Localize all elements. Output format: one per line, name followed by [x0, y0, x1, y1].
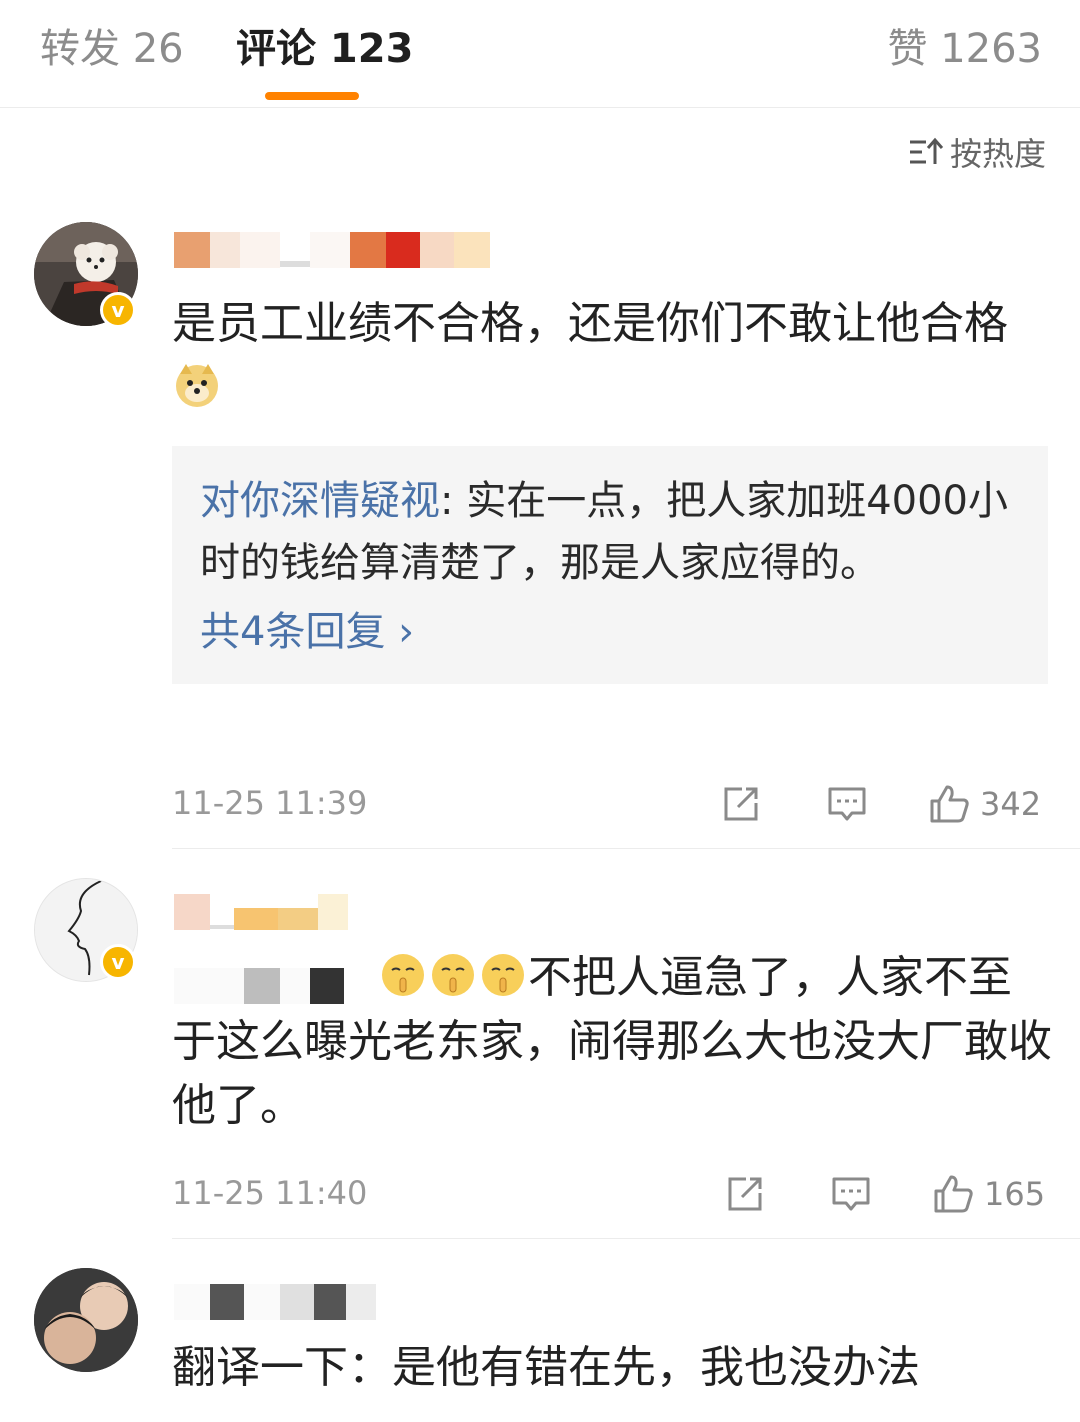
like-count: 342	[980, 785, 1042, 823]
sort-toggle[interactable]: 按热度	[908, 132, 1046, 173]
like-count: 165	[984, 1175, 1046, 1213]
shush-emoji-icon	[382, 954, 424, 996]
reply-snippet: 对你深情疑视: 实在一点，把人家加班4000小时的钱给算清楚了，那是人家应得的。	[200, 478, 1008, 586]
verified-icon: v	[100, 292, 136, 328]
doge-emoji-icon	[176, 364, 218, 407]
view-replies-link[interactable]: 共4条回复 ›	[200, 602, 1020, 662]
sort-label: 按热度	[949, 135, 1046, 173]
repost-button[interactable]	[720, 780, 762, 828]
avatar-image	[34, 1268, 138, 1372]
like-button[interactable]: 342	[928, 780, 1041, 828]
username-blurred[interactable]	[174, 892, 348, 932]
tab-like[interactable]: 赞 1263	[887, 26, 1042, 72]
comment-meta: 11-25 11:39 342	[172, 780, 1048, 828]
comment-text: 翻译一下：是他有错在先，我也没办法	[172, 1342, 920, 1393]
sort-icon	[909, 137, 944, 164]
share-icon	[724, 787, 758, 821]
share-icon	[728, 1177, 762, 1211]
comment-time: 11-25 11:40	[172, 1174, 368, 1212]
username-blurred[interactable]	[174, 230, 490, 270]
reply-button[interactable]	[830, 1170, 872, 1218]
thumbs-up-icon	[934, 1175, 973, 1213]
comment-text: 不把人逼急了，人家不至于这么曝光老东家，闹得那么大也没大厂敢收他了。	[172, 952, 1052, 1131]
comment-text: 是员工业绩不合格，还是你们不敢让他合格	[172, 292, 1052, 420]
reply-username[interactable]: 对你深情疑视	[200, 478, 440, 524]
tab-repost[interactable]: 转发 26	[40, 26, 184, 72]
shush-emoji-icon	[432, 954, 474, 996]
comment-tabs: 转发 26 评论 123 赞 1263	[0, 0, 1080, 108]
repost-button[interactable]	[724, 1170, 766, 1218]
comment-icon	[832, 1177, 870, 1211]
avatar[interactable]	[34, 1268, 138, 1372]
comment-meta: 11-25 11:40 165	[172, 1170, 1048, 1218]
like-button[interactable]: 165	[932, 1170, 1045, 1218]
comment-time: 11-25 11:39	[172, 784, 368, 822]
divider	[172, 1238, 1080, 1239]
reply-box[interactable]: 对你深情疑视: 实在一点，把人家加班4000小时的钱给算清楚了，那是人家应得的。…	[172, 446, 1048, 684]
username-blurred[interactable]	[174, 1282, 376, 1322]
active-tab-indicator	[265, 92, 359, 100]
thumbs-up-icon	[930, 785, 969, 823]
shush-emoji-icon	[482, 954, 524, 996]
reply-button[interactable]	[826, 780, 868, 828]
comment-icon	[828, 787, 866, 821]
verified-icon: v	[100, 944, 136, 980]
divider	[172, 848, 1080, 849]
